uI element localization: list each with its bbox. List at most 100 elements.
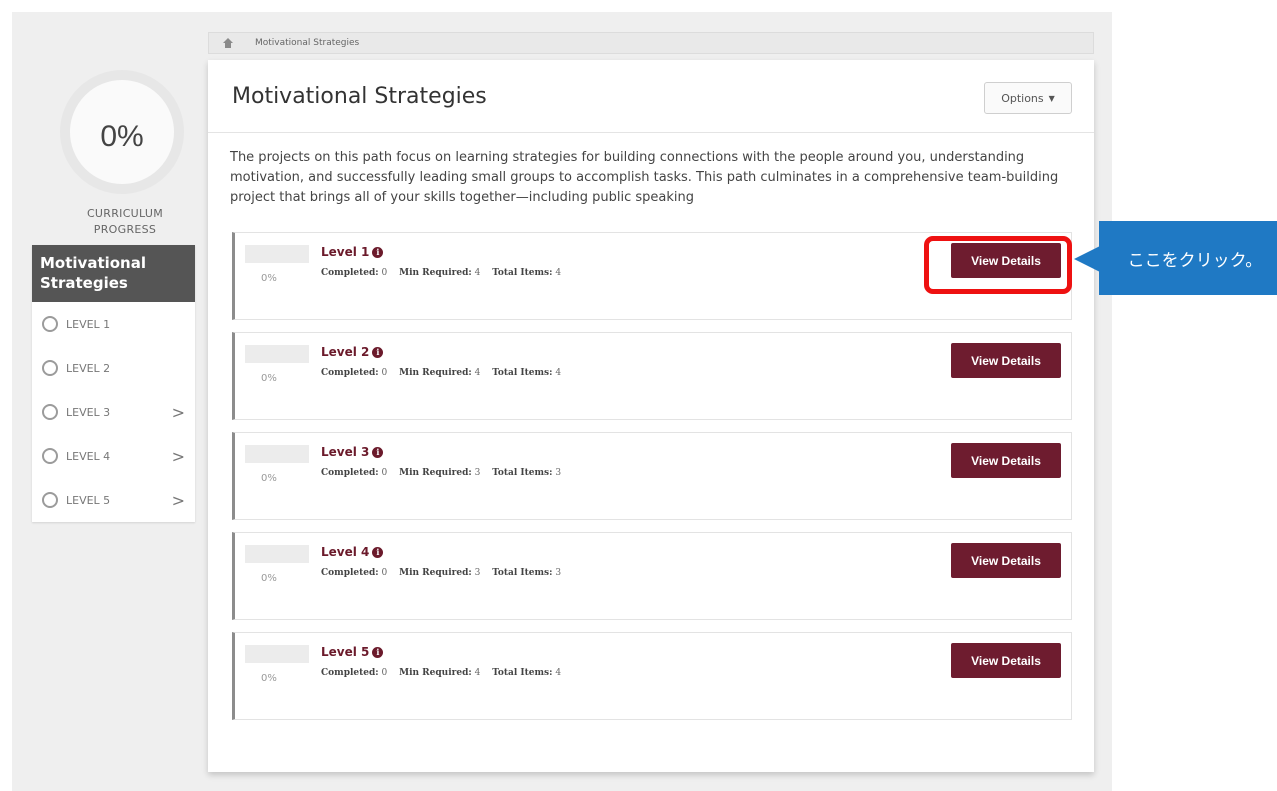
progress-label-line2: PROGRESS <box>93 223 157 236</box>
circle-outline-icon <box>42 448 58 464</box>
min-required-label: Min Required: <box>399 668 472 678</box>
info-circle-icon[interactable]: i <box>372 546 384 558</box>
circle-outline-icon <box>42 360 58 376</box>
breadcrumb-current: Motivational Strategies <box>255 38 360 48</box>
sidebar-header[interactable]: Motivational Strategies <box>32 245 195 302</box>
progress-label-line1: CURRICULUM <box>86 207 164 220</box>
level-card-3: 0% Level 3i Completed: 0 Min Required: 3… <box>232 432 1072 520</box>
completed-label: Completed: <box>321 468 379 478</box>
view-details-button[interactable]: View Details <box>951 643 1061 678</box>
level-card-5: 0% Level 5i Completed: 0 Min Required: 4… <box>232 632 1072 720</box>
circle-outline-icon <box>42 316 58 332</box>
path-description: The projects on this path focus on learn… <box>230 150 1059 205</box>
home-icon[interactable] <box>223 38 233 48</box>
level-progress-percent: 0% <box>261 273 277 284</box>
level-stats: Completed: 0 Min Required: 4 Total Items… <box>321 368 561 378</box>
completed-value: 0 <box>381 368 388 378</box>
level-name: Level 1i <box>321 245 384 259</box>
sidebar-item-label: LEVEL 3 <box>66 405 111 419</box>
total-items-value: 3 <box>555 468 562 478</box>
min-required-value: 3 <box>474 468 481 478</box>
view-details-button[interactable]: View Details <box>951 543 1061 578</box>
level-name: Level 5i <box>321 645 384 659</box>
total-items-label: Total Items: <box>492 668 553 678</box>
sidebar-nav: Motivational Strategies LEVEL 1 LEVEL 2 … <box>32 245 195 522</box>
level-name: Level 2i <box>321 345 384 359</box>
callout-arrow <box>1074 246 1100 272</box>
main-card: Motivational Strategies Options ▼ The pr… <box>208 60 1094 772</box>
min-required-label: Min Required: <box>399 368 472 378</box>
level-progress-percent: 0% <box>261 573 277 584</box>
min-required-value: 3 <box>474 568 481 578</box>
level-progress-percent: 0% <box>261 673 277 684</box>
level-card-4: 0% Level 4i Completed: 0 Min Required: 3… <box>232 532 1072 620</box>
sidebar-item-label: LEVEL 1 <box>66 317 111 331</box>
sidebar-header-line1: Motivational <box>40 254 147 272</box>
completed-value: 0 <box>381 268 388 278</box>
total-items-label: Total Items: <box>492 468 553 478</box>
level-card-2: 0% Level 2i Completed: 0 Min Required: 4… <box>232 332 1072 420</box>
total-items-value: 4 <box>555 368 562 378</box>
level-stats: Completed: 0 Min Required: 4 Total Items… <box>321 668 561 678</box>
total-items-label: Total Items: <box>492 368 553 378</box>
level-name-text: Level 3 <box>321 445 370 459</box>
sidebar-item-label: LEVEL 4 <box>66 449 111 463</box>
completed-value: 0 <box>381 468 388 478</box>
info-circle-icon[interactable]: i <box>372 446 384 458</box>
info-circle-icon[interactable]: i <box>372 646 384 658</box>
chevron-right-icon[interactable]: > <box>172 491 185 510</box>
min-required-value: 4 <box>474 268 481 278</box>
min-required-value: 4 <box>474 368 481 378</box>
min-required-label: Min Required: <box>399 268 472 278</box>
sidebar-item-level-2[interactable]: LEVEL 2 <box>32 346 195 390</box>
sidebar-item-label: LEVEL 2 <box>66 361 111 375</box>
view-details-button[interactable]: View Details <box>951 443 1061 478</box>
level-stats: Completed: 0 Min Required: 4 Total Items… <box>321 268 561 278</box>
level-progress-percent: 0% <box>261 473 277 484</box>
click-highlight-box <box>924 236 1072 294</box>
level-progress-bar <box>245 545 309 563</box>
total-items-label: Total Items: <box>492 568 553 578</box>
sidebar-item-level-5[interactable]: LEVEL 5 > <box>32 478 195 522</box>
sidebar-item-label: LEVEL 5 <box>66 493 111 507</box>
curriculum-progress-label: CURRICULUM PROGRESS <box>50 206 200 238</box>
chevron-right-icon[interactable]: > <box>172 403 185 422</box>
total-items-value: 3 <box>555 568 562 578</box>
min-required-label: Min Required: <box>399 468 472 478</box>
view-details-button[interactable]: View Details <box>951 343 1061 378</box>
level-progress-bar <box>245 645 309 663</box>
total-items-value: 4 <box>555 668 562 678</box>
level-stats: Completed: 0 Min Required: 3 Total Items… <box>321 468 561 478</box>
level-name: Level 4i <box>321 545 384 559</box>
sidebar-item-level-1[interactable]: LEVEL 1 <box>32 302 195 346</box>
options-button[interactable]: Options ▼ <box>984 82 1072 114</box>
total-items-label: Total Items: <box>492 268 553 278</box>
completed-label: Completed: <box>321 568 379 578</box>
click-here-callout: ここをクリック。 <box>1099 221 1277 295</box>
level-name-text: Level 1 <box>321 245 370 259</box>
sidebar-item-level-3[interactable]: LEVEL 3 > <box>32 390 195 434</box>
level-name-text: Level 2 <box>321 345 370 359</box>
curriculum-progress-ring: 0% <box>60 70 184 194</box>
min-required-label: Min Required: <box>399 568 472 578</box>
sidebar-header-line2: Strategies <box>40 274 128 292</box>
level-name: Level 3i <box>321 445 384 459</box>
caret-down-icon: ▼ <box>1048 93 1055 103</box>
breadcrumb: Motivational Strategies <box>208 32 1094 54</box>
total-items-value: 4 <box>555 268 562 278</box>
level-name-text: Level 4 <box>321 545 370 559</box>
chevron-right-icon[interactable]: > <box>172 447 185 466</box>
page-title: Motivational Strategies <box>232 84 487 109</box>
info-circle-icon[interactable]: i <box>372 346 384 358</box>
level-stats: Completed: 0 Min Required: 3 Total Items… <box>321 568 561 578</box>
sidebar-item-level-4[interactable]: LEVEL 4 > <box>32 434 195 478</box>
title-divider <box>208 132 1094 133</box>
options-label: Options <box>1001 91 1044 105</box>
curriculum-progress-percent: 0% <box>100 120 144 153</box>
circle-outline-icon <box>42 404 58 420</box>
info-circle-icon[interactable]: i <box>372 246 384 258</box>
circle-outline-icon <box>42 492 58 508</box>
level-name-text: Level 5 <box>321 645 370 659</box>
completed-value: 0 <box>381 568 388 578</box>
completed-value: 0 <box>381 668 388 678</box>
